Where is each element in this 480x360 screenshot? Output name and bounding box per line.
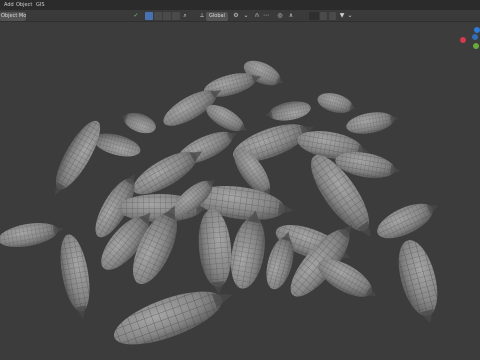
mode-dropdown[interactable]: Object Mode — [0, 11, 26, 21]
viewport-header: Object Mode ✓ ⌕ ⟂ Global ⚙ ⌄ ∩ ⋯ ◎ ∧ ▼ ⌄ — [0, 10, 480, 22]
search-icon[interactable]: ⌕ — [181, 12, 189, 20]
orientation-dropdown[interactable]: Global — [206, 11, 228, 21]
3d-viewport[interactable] — [0, 23, 480, 360]
pivot-icon[interactable]: ⚙ — [232, 12, 240, 20]
axis-z-neg-icon[interactable] — [472, 34, 478, 40]
chevron-down-icon[interactable]: ⌄ — [346, 12, 354, 20]
menu-object[interactable]: Object — [14, 0, 34, 10]
chevron-down-icon[interactable]: ⌄ — [242, 12, 250, 20]
mesh-object[interactable] — [391, 235, 447, 328]
mesh-object[interactable] — [263, 98, 313, 125]
overlay-toggle-icon[interactable] — [309, 12, 319, 20]
menu-gis[interactable]: GIS — [34, 0, 47, 10]
mesh-object[interactable] — [0, 217, 66, 252]
proportional-editing-icon[interactable]: ◎ — [276, 12, 284, 20]
falloff-icon[interactable]: ∧ — [287, 12, 295, 20]
filter-icon[interactable]: ▼ — [338, 12, 346, 20]
gizmo-toggle-icon[interactable] — [329, 12, 336, 20]
select-subtract-icon[interactable] — [163, 12, 171, 20]
transform-icon[interactable]: ⟂ — [198, 12, 206, 20]
viewport-shading-icon[interactable] — [320, 12, 327, 20]
mesh-object[interactable] — [225, 207, 272, 292]
mesh-object[interactable] — [372, 194, 444, 246]
mesh-object[interactable] — [55, 232, 96, 322]
select-invert-icon[interactable] — [172, 12, 180, 20]
visibility-check-icon[interactable]: ✓ — [132, 12, 140, 20]
mesh-object[interactable] — [118, 107, 159, 138]
select-box-icon[interactable] — [145, 12, 153, 20]
snap-icon[interactable]: ⋯ — [262, 12, 270, 20]
mesh-object[interactable] — [344, 108, 401, 138]
axis-y-icon[interactable] — [473, 43, 479, 49]
select-extend-icon[interactable] — [154, 12, 162, 20]
mesh-pile[interactable] — [0, 55, 447, 356]
magnet-icon[interactable]: ∩ — [253, 12, 261, 20]
top-menu-bar: Add Object GIS — [0, 0, 480, 10]
mesh-object[interactable] — [195, 207, 236, 297]
mesh-object[interactable] — [44, 115, 108, 202]
axis-x-icon[interactable] — [460, 37, 466, 43]
axis-z-icon[interactable] — [474, 27, 480, 33]
mesh-object[interactable] — [315, 89, 359, 118]
